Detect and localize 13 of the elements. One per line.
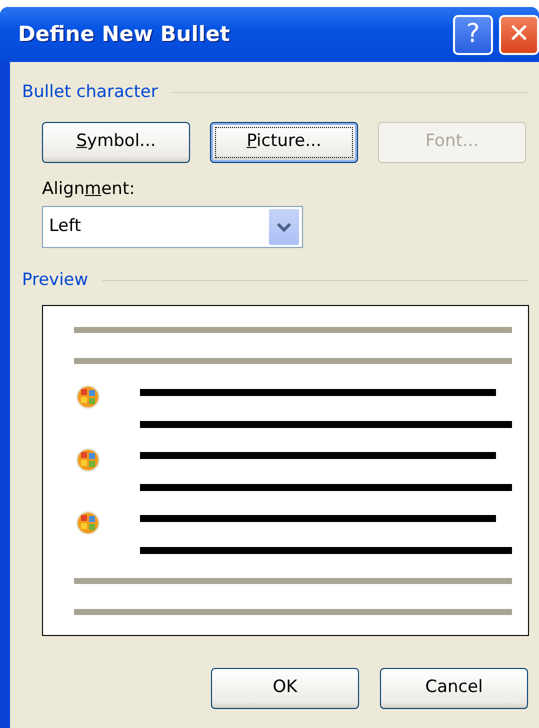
group-heading: Bullet character: [22, 81, 158, 104]
alignment-dropdown[interactable]: Left: [42, 206, 303, 248]
dialog-button[interactable]: Cancel: [380, 668, 528, 708]
dialog-button[interactable]: Symbol...: [42, 122, 190, 162]
bullet-icon: [76, 384, 100, 408]
help-button[interactable]: ?: [453, 14, 493, 54]
field-label: Alignment:: [42, 178, 135, 200]
bullet-icon: [76, 448, 100, 472]
dialog-button[interactable]: OK: [211, 668, 359, 708]
group-heading: Preview: [22, 269, 88, 292]
bullet-icon: [76, 510, 100, 534]
dialog-button[interactable]: Picture...: [210, 122, 358, 162]
window-title: Define New Bullet: [18, 20, 231, 48]
